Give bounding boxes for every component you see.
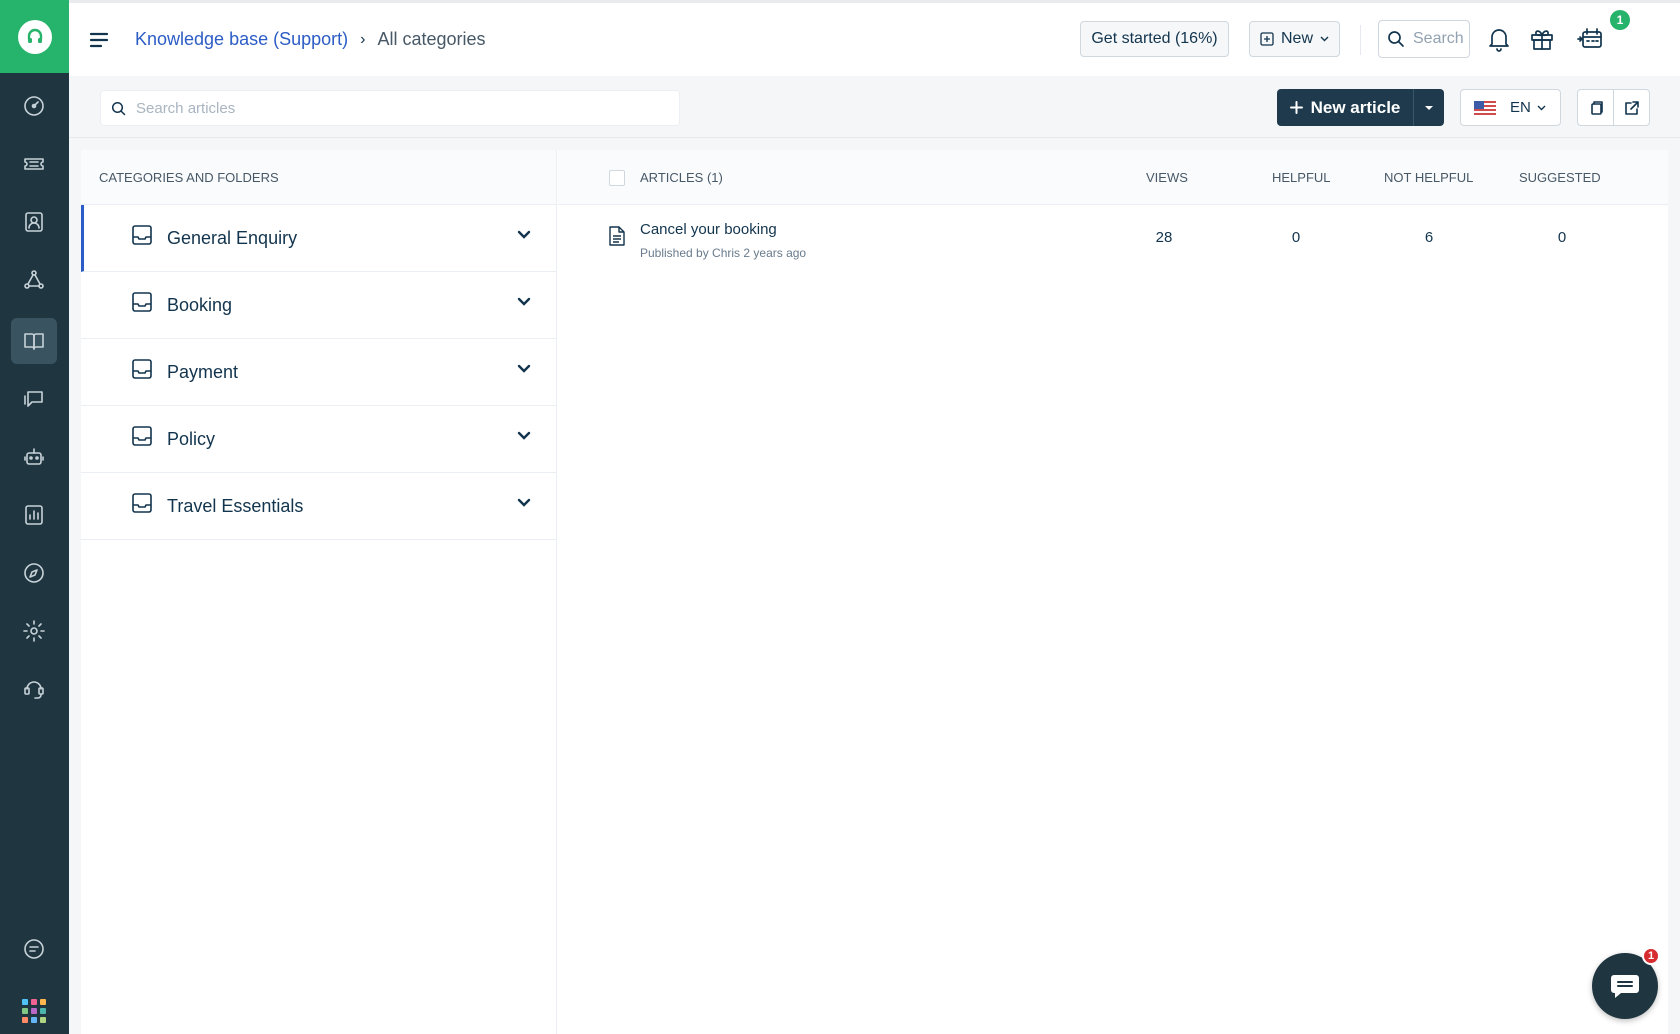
category-label: General Enquiry <box>167 227 298 248</box>
new-dropdown-button[interactable]: New <box>1249 21 1340 57</box>
bot-icon[interactable] <box>11 434 57 480</box>
chevron-down-icon[interactable] <box>516 294 532 310</box>
breadcrumb-knowledge-base-link[interactable]: Knowledge base (Support) <box>135 29 348 50</box>
category-folder-icon <box>131 425 153 447</box>
knowledge-base-icon[interactable] <box>11 318 57 364</box>
chevron-down-icon[interactable] <box>516 361 532 377</box>
dashboard-icon[interactable] <box>11 83 57 129</box>
categories-column: CATEGORIES AND FOLDERS General Enquiry B… <box>81 150 557 1034</box>
articles-table-header: ARTICLES (1) VIEWS HELPFUL NOT HELPFUL S… <box>558 150 1668 205</box>
tickets-icon[interactable] <box>11 141 57 187</box>
new-article-dropdown-toggle[interactable] <box>1414 89 1444 126</box>
left-nav-rail <box>0 0 69 1034</box>
breadcrumb-separator: › <box>360 30 366 48</box>
new-plus-square-icon <box>1260 32 1274 46</box>
new-article-label: New article <box>1310 97 1401 117</box>
new-article-split-button: New article <box>1277 89 1444 126</box>
category-label: Travel Essentials <box>167 495 304 516</box>
logo-headset-icon[interactable] <box>0 0 69 73</box>
article-suggested: 0 <box>1557 229 1567 246</box>
category-folder-icon <box>131 358 153 380</box>
category-payment[interactable]: Payment <box>81 339 556 406</box>
gift-icon[interactable] <box>1528 25 1556 53</box>
article-not-helpful: 6 <box>1424 229 1434 246</box>
discover-icon[interactable] <box>11 550 57 596</box>
plus-icon <box>1289 101 1303 114</box>
category-booking[interactable]: Booking <box>81 272 556 339</box>
language-label: EN <box>1510 99 1531 116</box>
reports-icon[interactable] <box>11 492 57 538</box>
top-header: Knowledge base (Support) › All categorie… <box>69 0 1680 76</box>
category-policy[interactable]: Policy <box>81 406 556 473</box>
chat-bubble-icon <box>1611 975 1639 998</box>
global-search-button[interactable]: Search <box>1378 20 1470 58</box>
chat-widget-badge: 1 <box>1642 947 1660 965</box>
calendar-switch-icon[interactable] <box>1576 25 1604 53</box>
breadcrumb-current: All categories <box>377 29 486 49</box>
new-label: New <box>1280 30 1313 47</box>
global-search-placeholder: Search <box>1413 30 1464 47</box>
gift-badge: 1 <box>1610 10 1630 30</box>
chevron-down-icon <box>1537 105 1546 110</box>
categories-header: CATEGORIES AND FOLDERS <box>81 150 556 205</box>
category-label: Policy <box>167 428 216 449</box>
search-icon <box>1388 31 1404 47</box>
open-external-button[interactable] <box>1613 89 1650 126</box>
suggested-header[interactable]: SUGGESTED <box>1519 170 1601 185</box>
article-title-link[interactable]: Cancel your booking <box>640 221 777 238</box>
helpful-header[interactable]: HELPFUL <box>1272 170 1331 185</box>
conversations-icon[interactable] <box>11 376 57 422</box>
header-divider <box>1360 25 1361 55</box>
caret-down-icon <box>1425 105 1433 110</box>
help-icon[interactable] <box>11 666 57 712</box>
search-icon <box>111 101 126 115</box>
groups-icon[interactable] <box>11 257 57 303</box>
not-helpful-header[interactable]: NOT HELPFUL <box>1384 170 1473 185</box>
article-meta: Published by Chris 2 years ago <box>640 246 807 260</box>
chevron-down-icon <box>1320 36 1329 42</box>
new-article-button[interactable]: New article <box>1277 89 1414 126</box>
contacts-icon[interactable] <box>11 199 57 245</box>
views-header[interactable]: VIEWS <box>1146 170 1188 185</box>
category-travel-essentials[interactable]: Travel Essentials <box>81 473 556 540</box>
apps-icon[interactable] <box>22 999 46 1023</box>
hamburger-menu-icon[interactable] <box>88 29 110 51</box>
breadcrumb: Knowledge base (Support) › All categorie… <box>135 29 486 50</box>
table-row[interactable]: Cancel your booking Published by Chris 2… <box>558 205 1668 275</box>
chevron-down-icon[interactable] <box>516 227 532 243</box>
us-flag-icon <box>1474 100 1496 115</box>
articles-count-header: ARTICLES (1) <box>640 170 723 185</box>
get-started-button[interactable]: Get started (16%) <box>1080 21 1229 57</box>
articles-column: ARTICLES (1) VIEWS HELPFUL NOT HELPFUL S… <box>558 150 1668 1034</box>
knowledge-base-panel: CATEGORIES AND FOLDERS General Enquiry B… <box>81 150 1668 1034</box>
copy-icon <box>1590 100 1603 115</box>
knowledge-base-toolbar: Search articles New article EN <box>69 76 1680 138</box>
category-folder-icon <box>131 224 153 246</box>
notifications-bell-icon[interactable] <box>1485 25 1513 53</box>
chat-icon[interactable] <box>11 926 57 972</box>
settings-icon[interactable] <box>11 608 57 654</box>
chevron-down-icon[interactable] <box>516 495 532 511</box>
select-all-checkbox[interactable] <box>609 170 625 186</box>
category-folder-icon <box>131 492 153 514</box>
article-search-placeholder: Search articles <box>136 99 236 117</box>
document-icon <box>608 226 626 246</box>
external-link-icon <box>1624 100 1639 115</box>
category-label: Payment <box>167 361 239 382</box>
category-folder-icon <box>131 291 153 313</box>
article-search-input[interactable]: Search articles <box>100 90 680 126</box>
category-general-enquiry[interactable]: General Enquiry <box>81 205 556 272</box>
copy-link-button[interactable] <box>1577 89 1614 126</box>
chevron-down-icon[interactable] <box>516 428 532 444</box>
language-select[interactable]: EN <box>1460 89 1561 126</box>
article-views: 28 <box>1155 229 1173 246</box>
category-label: Booking <box>167 294 233 315</box>
get-started-label: Get started (16%) <box>1091 30 1218 47</box>
article-helpful: 0 <box>1291 229 1301 246</box>
